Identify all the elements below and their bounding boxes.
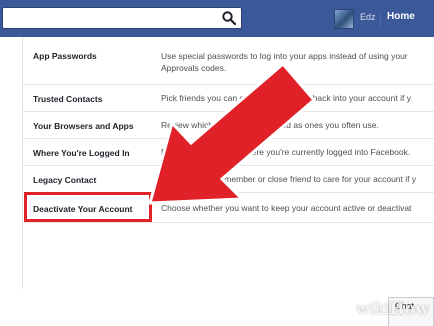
security-settings-panel: App Passwords Use special passwords to l… <box>22 37 434 289</box>
home-link[interactable]: Home <box>387 11 415 22</box>
user-name-link[interactable]: Edz <box>360 12 376 22</box>
search-icon[interactable] <box>221 10 237 26</box>
settings-row-legacy-contact[interactable]: Legacy Contact Choose a family member or… <box>23 166 434 193</box>
watermark-prefix: wiki <box>356 299 390 318</box>
search-input[interactable] <box>2 7 242 29</box>
row-label[interactable]: Trusted Contacts <box>33 94 102 104</box>
row-description-line2: Approvals codes. <box>161 63 227 73</box>
nav-divider <box>380 11 381 27</box>
row-label[interactable]: App Passwords <box>33 51 97 61</box>
row-description: Use special passwords to log into your a… <box>161 51 408 61</box>
settings-row-where-logged-in[interactable]: Where You're Logged In Review and manage… <box>23 139 434 166</box>
watermark-suffix: How <box>389 299 430 318</box>
top-navigation-bar: Edz Home <box>0 0 434 37</box>
avatar[interactable] <box>334 9 354 29</box>
row-description: Choose a family member or close friend t… <box>161 174 417 184</box>
settings-row-trusted-contacts[interactable]: Trusted Contacts Pick friends you can ca… <box>23 85 434 112</box>
highlight-box <box>24 192 152 222</box>
settings-row-browsers-and-apps[interactable]: Your Browsers and Apps Review which brow… <box>23 112 434 139</box>
row-description: Pick friends you can call to help you ge… <box>161 93 411 103</box>
row-label[interactable]: Where You're Logged In <box>33 148 130 158</box>
row-label[interactable]: Your Browsers and Apps <box>33 121 134 131</box>
row-description: Review and manage where you're currently… <box>161 147 411 157</box>
row-description: Review which browsers you saved as ones … <box>161 120 379 130</box>
settings-row-app-passwords[interactable]: App Passwords Use special passwords to l… <box>23 37 434 85</box>
wikihow-watermark: wikiHow <box>356 299 429 318</box>
row-description: Choose whether you want to keep your acc… <box>161 203 412 213</box>
row-label[interactable]: Legacy Contact <box>33 175 96 185</box>
